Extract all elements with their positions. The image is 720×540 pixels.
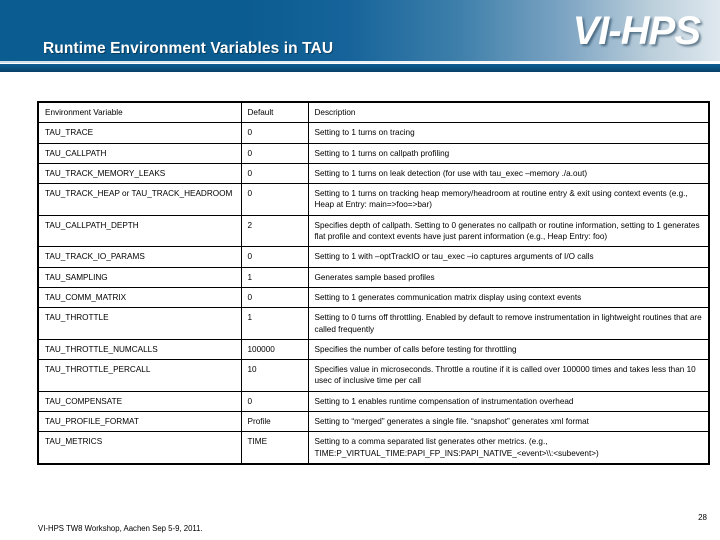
cell-description: Setting to 0 turns off throttling. Enabl…	[307, 307, 710, 340]
table-row: TAU_TRACK_HEAP or TAU_TRACK_HEADROOM 0 S…	[37, 183, 710, 216]
cell-default: Profile	[240, 411, 309, 433]
environment-variables-table-wrapper: Environment Variable Default Description…	[37, 101, 710, 465]
cell-default: 0	[240, 183, 309, 216]
footer-text: VI-HPS TW8 Workshop, Aachen Sep 5-9, 201…	[38, 524, 203, 533]
table-row: TAU_TRACE 0 Setting to 1 turns on tracin…	[37, 122, 710, 144]
table-row: TAU_PROFILE_FORMAT Profile Setting to “m…	[37, 411, 710, 433]
table-row: TAU_COMM_MATRIX 0 Setting to 1 generates…	[37, 286, 710, 309]
cell-default: TIME	[240, 431, 309, 465]
cell-description: Specifies depth of callpath. Setting to …	[307, 214, 710, 248]
banner-hairline	[0, 61, 720, 63]
cell-default: 1	[240, 266, 309, 288]
banner-underbar-shine	[0, 72, 720, 74]
cell-default: 10	[240, 359, 309, 392]
table-row: TAU_CALLPATH_DEPTH 2 Specifies depth of …	[37, 214, 710, 248]
table-header-row: Environment Variable Default Description	[37, 101, 710, 124]
table-row: TAU_THROTTLE_PERCALL 10 Specifies value …	[37, 359, 710, 392]
cell-description: Setting to 1 turns on callpath profiling	[307, 142, 710, 164]
vi-hps-logo: VI-HPS	[572, 8, 701, 54]
cell-variable: TAU_TRACK_MEMORY_LEAKS	[37, 162, 242, 185]
cell-description: Specifies the number of calls before tes…	[307, 338, 710, 361]
table-row: TAU_SAMPLING 1 Generates sample based pr…	[37, 266, 710, 288]
cell-variable: TAU_PROFILE_FORMAT	[37, 411, 242, 433]
cell-variable: TAU_THROTTLE_NUMCALLS	[37, 338, 242, 361]
cell-variable: TAU_COMPENSATE	[37, 390, 242, 413]
page-number: 28	[698, 513, 707, 522]
cell-description: Setting to 1 turns on tracing	[307, 122, 710, 144]
table-row: TAU_TRACK_MEMORY_LEAKS 0 Setting to 1 tu…	[37, 162, 710, 185]
table-row: TAU_CALLPATH 0 Setting to 1 turns on cal…	[37, 142, 710, 164]
cell-default: 2	[240, 214, 309, 248]
logo-separator-text: -	[608, 9, 621, 53]
cell-default: 100000	[240, 338, 309, 361]
cell-default: 0	[240, 286, 309, 309]
cell-description: Generates sample based profiles	[307, 266, 710, 288]
cell-variable: TAU_TRACK_IO_PARAMS	[37, 246, 242, 268]
table-row: TAU_THROTTLE 1 Setting to 0 turns off th…	[37, 307, 710, 340]
environment-variables-table: Environment Variable Default Description…	[37, 101, 710, 465]
cell-variable: TAU_METRICS	[37, 431, 242, 465]
cell-variable: TAU_CALLPATH_DEPTH	[37, 214, 242, 248]
column-header-variable: Environment Variable	[37, 101, 242, 124]
logo-secondary-text: HPS	[620, 9, 701, 53]
cell-variable: TAU_TRACK_HEAP or TAU_TRACK_HEADROOM	[37, 183, 242, 216]
cell-default: 0	[240, 162, 309, 185]
cell-description: Specifies value in microseconds. Throttl…	[307, 359, 710, 392]
cell-variable: TAU_COMM_MATRIX	[37, 286, 242, 309]
cell-default: 0	[240, 390, 309, 413]
cell-variable: TAU_CALLPATH	[37, 142, 242, 164]
column-header-default: Default	[240, 101, 309, 124]
cell-description: Setting to 1 with –optTrackIO or tau_exe…	[307, 246, 710, 268]
column-header-description: Description	[307, 101, 710, 124]
cell-default: 0	[240, 142, 309, 164]
cell-description: Setting to a comma separated list genera…	[307, 431, 710, 465]
cell-variable: TAU_THROTTLE	[37, 307, 242, 340]
cell-description: Setting to 1 enables runtime compensatio…	[307, 390, 710, 413]
cell-description: Setting to 1 turns on leak detection (fo…	[307, 162, 710, 185]
cell-variable: TAU_SAMPLING	[37, 266, 242, 288]
cell-default: 0	[240, 246, 309, 268]
cell-variable: TAU_THROTTLE_PERCALL	[37, 359, 242, 392]
cell-description: Setting to “merged” generates a single f…	[307, 411, 710, 433]
table-row: TAU_TRACK_IO_PARAMS 0 Setting to 1 with …	[37, 246, 710, 268]
page-title: Runtime Environment Variables in TAU	[43, 40, 334, 57]
banner-underbar	[0, 64, 720, 72]
table-row: TAU_COMPENSATE 0 Setting to 1 enables ru…	[37, 390, 710, 413]
logo-primary-text: VI	[572, 9, 610, 53]
table-row: TAU_METRICS TIME Setting to a comma sepa…	[37, 431, 710, 465]
cell-description: Setting to 1 generates communication mat…	[307, 286, 710, 309]
cell-default: 1	[240, 307, 309, 340]
cell-variable: TAU_TRACE	[37, 122, 242, 144]
cell-default: 0	[240, 122, 309, 144]
table-row: TAU_THROTTLE_NUMCALLS 100000 Specifies t…	[37, 338, 710, 361]
cell-description: Setting to 1 turns on tracking heap memo…	[307, 183, 710, 216]
